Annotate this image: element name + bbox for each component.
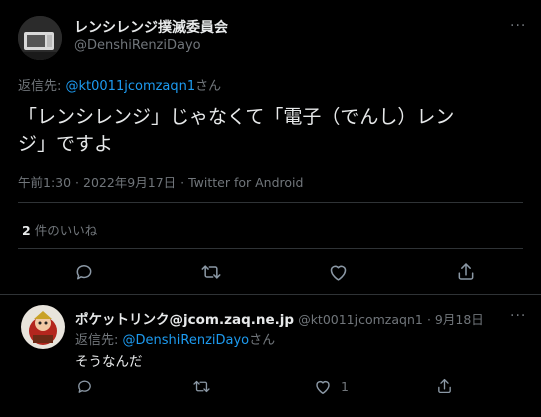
likes-summary[interactable]: 2 件のいいね bbox=[22, 220, 97, 239]
reply-reply-to-prefix: 返信先: bbox=[75, 333, 123, 348]
divider bbox=[18, 248, 523, 249]
reply-reply-to-line: 返信先: @DenshiRenziDayoさん bbox=[75, 329, 275, 348]
reply-date[interactable]: · 9月18日 bbox=[427, 312, 484, 327]
retweet-icon[interactable] bbox=[200, 262, 222, 282]
tweet-text: 「レンシレンジ」じゃなくて「電子（でんし）レン ジ」ですよ bbox=[18, 104, 533, 158]
reply-avatar-image bbox=[21, 305, 65, 349]
likes-label: 件のいいね bbox=[34, 223, 98, 238]
reply-to-prefix: 返信先: bbox=[18, 79, 66, 94]
reply-reply-to-suffix: さん bbox=[249, 333, 276, 348]
reply-author-name[interactable]: ポケットリンク@jcom.zaq.ne.jp bbox=[75, 312, 294, 328]
likes-count: 2 bbox=[22, 223, 31, 238]
reply-text: そうなんだ bbox=[75, 354, 143, 370]
divider bbox=[0, 294, 541, 295]
author-avatar[interactable] bbox=[18, 16, 62, 60]
reply-header: ポケットリンク@jcom.zaq.ne.jp @kt0011jcomzaqn1 … bbox=[75, 308, 484, 328]
divider bbox=[18, 202, 523, 203]
reply-like-count: 1 bbox=[341, 379, 349, 394]
tweet-timestamp[interactable]: 午前1:30 · 2022年9月17日 · Twitter for Androi… bbox=[18, 172, 303, 191]
reply-reply-to-handle[interactable]: @DenshiRenziDayo bbox=[123, 333, 250, 348]
reply-retweet-icon[interactable] bbox=[192, 378, 211, 395]
reply-reply-icon[interactable] bbox=[76, 378, 93, 395]
reply-icon[interactable] bbox=[74, 262, 94, 282]
reply-like-icon[interactable] bbox=[314, 378, 332, 395]
tweet-text-line-2: ジ」ですよ bbox=[18, 133, 114, 155]
reply-more-icon[interactable]: ··· bbox=[510, 308, 526, 324]
reply-to-suffix: さん bbox=[195, 79, 222, 94]
reply-to-handle[interactable]: @kt0011jcomzaqn1 bbox=[66, 79, 196, 94]
share-icon[interactable] bbox=[456, 261, 476, 282]
tweet-text-line-1: 「レンシレンジ」じゃなくて「電子（でんし）レン bbox=[18, 106, 455, 128]
reply-author-handle[interactable]: @kt0011jcomzaqn1 bbox=[298, 312, 423, 327]
author-name[interactable]: レンシレンジ撲滅委員会 bbox=[74, 17, 228, 37]
like-icon[interactable] bbox=[328, 262, 349, 282]
more-icon[interactable]: ··· bbox=[510, 18, 526, 34]
reply-to-line: 返信先: @kt0011jcomzaqn1さん bbox=[18, 75, 221, 94]
reply-share-icon[interactable] bbox=[436, 377, 453, 395]
avatar-image bbox=[18, 16, 62, 60]
reply-author-avatar[interactable] bbox=[21, 305, 65, 349]
author-handle[interactable]: @DenshiRenziDayo bbox=[74, 38, 201, 53]
